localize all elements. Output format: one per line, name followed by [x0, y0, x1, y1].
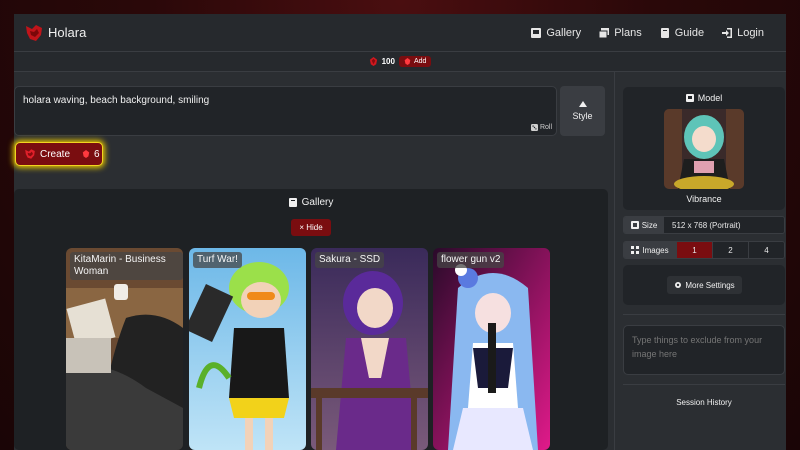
- gem-icon: [404, 58, 411, 65]
- prompt-text: holara waving, beach background, smiling: [23, 95, 210, 106]
- top-navbar: Holara Gallery Plans Guide Login: [14, 14, 786, 52]
- card-title: flower gun v2: [437, 252, 505, 268]
- gallery-card-2[interactable]: Turf War!: [189, 248, 306, 450]
- gallery-title: Gallery: [14, 197, 608, 208]
- more-settings-label: More Settings: [685, 280, 735, 290]
- model-thumbnail[interactable]: [664, 109, 744, 189]
- create-label: Create: [40, 148, 71, 160]
- gallery-title-text: Gallery: [301, 197, 334, 208]
- model-title-text: Model: [697, 93, 723, 103]
- gallery-card-4[interactable]: flower gun v2: [433, 248, 550, 450]
- nav-gallery-label: Gallery: [546, 27, 582, 39]
- login-icon: [722, 28, 733, 38]
- session-history-title: Session History: [676, 398, 732, 407]
- more-settings-button[interactable]: More Settings: [667, 276, 742, 294]
- gallery-image-turf-war: [189, 248, 306, 450]
- nav-guide-label: Guide: [674, 27, 705, 39]
- triangle-up-icon: [578, 101, 587, 107]
- gallery-card-3[interactable]: Sakura - SSD: [311, 248, 428, 450]
- divider: [623, 314, 785, 315]
- resize-icon: [630, 221, 639, 229]
- brand[interactable]: Holara: [24, 23, 86, 43]
- card-title: Sakura - SSD: [315, 252, 385, 268]
- book-icon: [288, 198, 297, 207]
- nav-plans-label: Plans: [614, 27, 642, 39]
- gear-icon: [675, 282, 682, 288]
- image-count-option-4[interactable]: 4: [748, 242, 784, 258]
- add-credits-button[interactable]: Add: [398, 56, 432, 67]
- nav-login-label: Login: [737, 27, 764, 39]
- size-selector: Size 512 x 768 (Portrait): [623, 216, 785, 234]
- negative-prompt-input[interactable]: [623, 325, 785, 375]
- hide-label: × Hide: [299, 223, 323, 232]
- create-cost: 6: [94, 148, 100, 160]
- gallery-image-flower-gun: [433, 248, 550, 450]
- nav-gallery-link[interactable]: Gallery: [531, 27, 581, 39]
- size-label-text: Size: [641, 220, 658, 230]
- image-icon: [685, 94, 694, 102]
- card-title: KitaMarin - Business Woman: [70, 252, 183, 280]
- gallery-image-sakura: [311, 248, 428, 450]
- gem-icon: [369, 57, 377, 66]
- stack-icon: [599, 28, 610, 38]
- holara-logo-icon: [26, 24, 42, 41]
- style-label: Style: [572, 111, 593, 121]
- model-name: Vibrance: [686, 194, 722, 204]
- add-credits-label: Add: [413, 58, 427, 65]
- images-label-text: Images: [642, 245, 669, 255]
- credits-bar: 100 Add: [14, 52, 786, 72]
- grid-icon: [631, 246, 640, 254]
- model-preview-image: [664, 109, 744, 189]
- gem-icon: [82, 150, 90, 158]
- image-count-selector: Images 1 2 4: [623, 241, 785, 259]
- card-title: Turf War!: [193, 252, 242, 268]
- model-title: Model: [623, 93, 785, 103]
- dice-icon: [530, 124, 538, 131]
- image-icon: [531, 28, 542, 38]
- image-count-option-2[interactable]: 2: [712, 242, 748, 258]
- image-count-option-1[interactable]: 1: [676, 242, 712, 258]
- style-button[interactable]: Style: [560, 86, 605, 136]
- brand-name: Holara: [48, 25, 87, 40]
- prompt-input[interactable]: holara waving, beach background, smiling…: [14, 86, 557, 136]
- divider: [623, 384, 785, 385]
- images-label: Images: [624, 242, 676, 258]
- size-dropdown[interactable]: 512 x 768 (Portrait): [664, 217, 784, 233]
- create-button[interactable]: Create 6: [15, 142, 103, 166]
- gallery-card-1[interactable]: KitaMarin - Business Woman: [66, 248, 183, 450]
- credit-count: 100: [381, 57, 395, 66]
- hide-gallery-button[interactable]: × Hide: [291, 219, 331, 236]
- nav-plans-link[interactable]: Plans: [599, 27, 642, 39]
- nav-links: Gallery Plans Guide Login: [513, 14, 764, 52]
- nav-guide-link[interactable]: Guide: [660, 27, 704, 39]
- size-label: Size: [624, 217, 664, 233]
- roll-label: Roll: [539, 124, 552, 131]
- book-icon: [660, 28, 669, 38]
- roll-button[interactable]: Roll: [530, 124, 552, 131]
- app-container: Holara Gallery Plans Guide Login 100 Add…: [14, 14, 786, 450]
- nav-login-link[interactable]: Login: [722, 27, 764, 39]
- holara-logo-icon: [25, 149, 35, 159]
